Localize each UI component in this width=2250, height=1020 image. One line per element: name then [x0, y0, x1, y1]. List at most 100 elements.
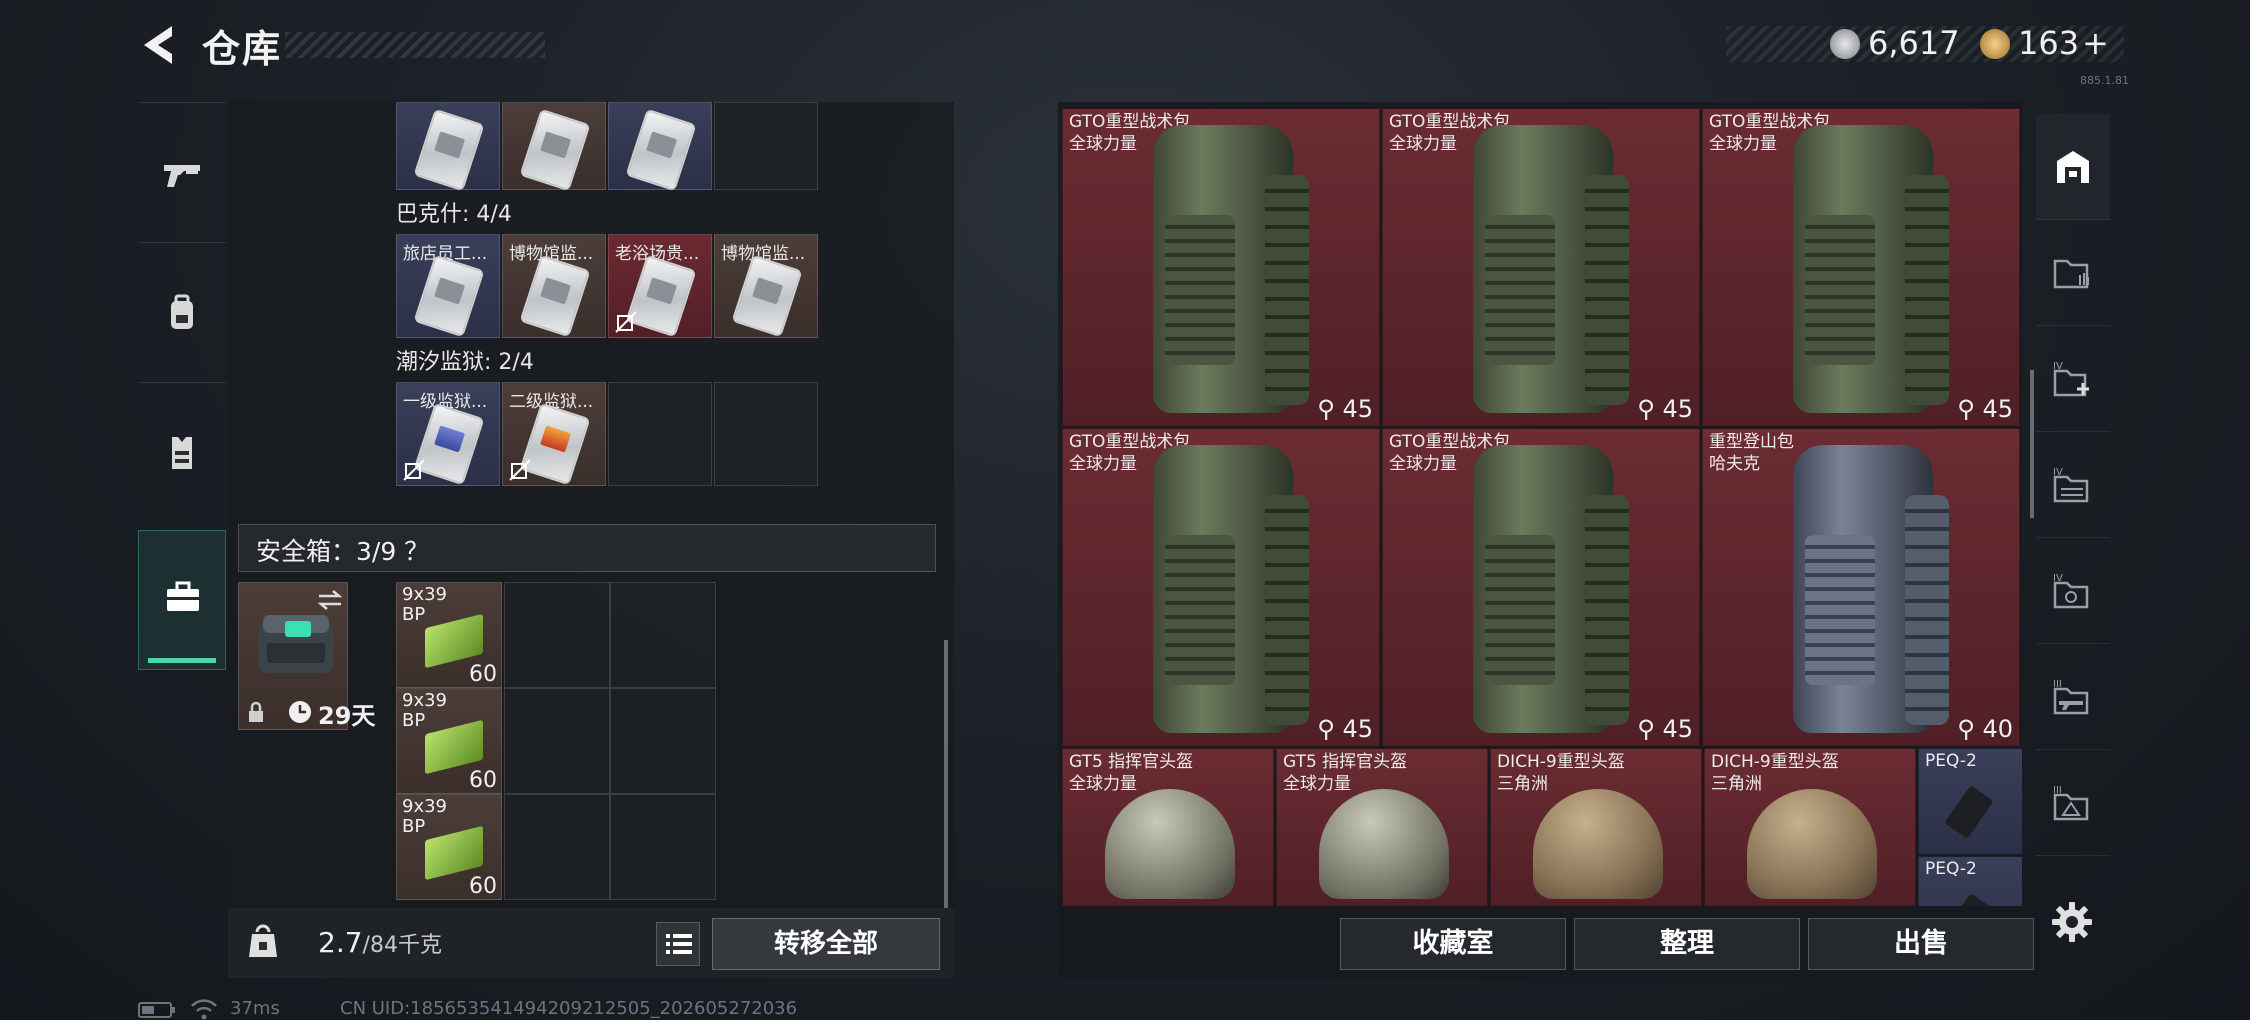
- helmet-item[interactable]: GT5 指挥官头盔 全球力量: [1276, 748, 1488, 906]
- category-rail: [138, 102, 226, 674]
- backpack-icon: [1793, 125, 1949, 413]
- capacity-icon: ⚲: [1957, 395, 1983, 423]
- ammo-name: 9x39 BP: [402, 690, 448, 731]
- empty-slot[interactable]: [504, 794, 610, 900]
- title-decoration: [285, 32, 545, 58]
- inventory-scrollbar[interactable]: [944, 640, 948, 908]
- network-ping: 37ms: [230, 998, 280, 1019]
- stash-page-2[interactable]: IV: [2036, 326, 2110, 432]
- safe-case-icon: [259, 615, 333, 673]
- no-insure-icon: [403, 459, 425, 481]
- peq-item[interactable]: PEQ-2: [1918, 748, 2022, 854]
- capacity-icon: ⚲: [1637, 715, 1663, 743]
- item-faction: 哈夫克: [1709, 454, 1760, 474]
- tab-backpacks[interactable]: [138, 242, 226, 382]
- laser-device-icon: [1944, 785, 1994, 839]
- collection-room-button[interactable]: 收藏室: [1340, 918, 1566, 970]
- capacity-icon: ⚲: [1637, 395, 1663, 423]
- backpack-item[interactable]: GTO重型战术包 全球力量 ⚲ 45: [1062, 108, 1380, 426]
- empty-slot[interactable]: [504, 582, 610, 688]
- folder-add-icon: IV: [2053, 361, 2089, 397]
- sell-button[interactable]: 出售: [1808, 918, 2034, 970]
- stash-page-6[interactable]: III: [2036, 750, 2110, 856]
- swap-icon[interactable]: [317, 589, 343, 611]
- helmet-icon: [1105, 789, 1235, 899]
- stash-scrollbar[interactable]: [2030, 370, 2034, 518]
- backpack-icon: [171, 294, 193, 329]
- empty-slot[interactable]: [608, 382, 712, 486]
- empty-slot[interactable]: [714, 102, 818, 190]
- empty-slot[interactable]: [610, 794, 716, 900]
- settings-gear-icon[interactable]: [2050, 900, 2094, 944]
- keycard-slot[interactable]: [608, 102, 712, 192]
- add-gold-button[interactable]: +: [2082, 24, 2109, 62]
- item-capacity: 45: [1662, 715, 1693, 743]
- no-insure-icon: [509, 459, 531, 481]
- stash-grid: GTO重型战术包 全球力量 ⚲ 45 GTO重型战术包 全球力量 ⚲ 45 GTO重…: [1062, 108, 2022, 906]
- active-tab-indicator: [148, 658, 216, 663]
- item-name: 重型登山包: [1709, 432, 1794, 452]
- backpack-item[interactable]: GTO重型战术包 全球力量 ⚲ 45: [1382, 108, 1700, 426]
- sort-button[interactable]: 整理: [1574, 918, 1800, 970]
- safe-case-title[interactable]: 安全箱：3/9 ？: [256, 532, 429, 568]
- safe-case-days-left: 29天: [318, 702, 376, 730]
- keycard-slot[interactable]: 老浴场贵...: [608, 234, 712, 338]
- ammo-slot[interactable]: 9x39 BP 60: [396, 582, 502, 688]
- helmet-icon: [1533, 789, 1663, 899]
- weight-capacity: /84千克: [362, 933, 442, 958]
- empty-slot[interactable]: [610, 582, 716, 688]
- item-name: GT5 指挥官头盔: [1283, 752, 1408, 772]
- ammo-slot[interactable]: 9x39 BP 60: [396, 794, 502, 900]
- battery-icon: [138, 1002, 175, 1018]
- item-name: DICH-9重型头盔: [1497, 752, 1625, 772]
- keycard-slot[interactable]: 旅店员工...: [396, 234, 500, 338]
- keycard-icon: [519, 254, 591, 338]
- weight-readout: 2.7/84千克: [318, 926, 442, 959]
- stash-page-main[interactable]: [2036, 114, 2110, 220]
- gold-coin-amount: 163: [2018, 24, 2080, 62]
- item-capacity: 45: [1662, 395, 1693, 423]
- keycard-slot[interactable]: 二级监狱...: [502, 382, 606, 486]
- wifi-icon: [191, 999, 217, 1020]
- helmet-item[interactable]: DICH-9重型头盔 三角洲: [1704, 748, 1916, 906]
- empty-slot[interactable]: [504, 688, 610, 794]
- transfer-all-button[interactable]: 转移全部: [712, 918, 940, 970]
- silver-coin-amount: 6,617: [1868, 24, 1960, 62]
- stash-page-3[interactable]: IV: [2036, 432, 2110, 538]
- list-icon: [666, 934, 692, 954]
- backpack-item[interactable]: GTO重型战术包 全球力量 ⚲ 45: [1382, 428, 1700, 746]
- backpack-item[interactable]: GTO重型战术包 全球力量 ⚲ 45: [1702, 108, 2020, 426]
- weight-current: 2.7: [318, 926, 363, 959]
- list-view-button[interactable]: [656, 922, 700, 966]
- item-name: GT5 指挥官头盔: [1069, 752, 1194, 772]
- keycard-slot[interactable]: 博物馆监...: [714, 234, 818, 338]
- ammo-slot[interactable]: 9x39 BP 60: [396, 688, 502, 794]
- keycard-icon: [519, 108, 591, 192]
- keycard-slot[interactable]: 一级监狱...: [396, 382, 500, 486]
- backpack-item[interactable]: GTO重型战术包 全球力量 ⚲ 45: [1062, 428, 1380, 746]
- keycard-slot[interactable]: [502, 102, 606, 192]
- tab-weapons[interactable]: [138, 102, 226, 242]
- tab-vests[interactable]: [138, 382, 226, 522]
- laser-device-icon: [1944, 893, 1994, 906]
- item-capacity: 45: [1342, 395, 1373, 423]
- capacity-icon: ⚲: [1317, 715, 1343, 743]
- keycard-slot[interactable]: [396, 102, 500, 192]
- backpack-icon: [1153, 125, 1309, 413]
- tab-safe-case[interactable]: [138, 530, 226, 670]
- stash-page-1[interactable]: [2036, 220, 2110, 326]
- folder-camera-icon: IV: [2053, 573, 2089, 609]
- back-button[interactable]: [138, 22, 184, 68]
- empty-slot[interactable]: [610, 688, 716, 794]
- stash-page-4[interactable]: IV: [2036, 538, 2110, 644]
- helmet-item[interactable]: GT5 指挥官头盔 全球力量: [1062, 748, 1274, 906]
- helmet-item[interactable]: DICH-9重型头盔 三角洲: [1490, 748, 1702, 906]
- backpack-item[interactable]: 重型登山包 哈夫克 ⚲ 40: [1702, 428, 2020, 746]
- empty-slot[interactable]: [714, 382, 818, 486]
- silver-coin-icon: [1830, 29, 1860, 59]
- keycard-slot[interactable]: 博物馆监...: [502, 234, 606, 338]
- gun-icon: [164, 165, 200, 187]
- keycard-icon: [413, 108, 485, 192]
- stash-page-5[interactable]: III: [2036, 644, 2110, 750]
- peq-item[interactable]: PEQ-2: [1918, 856, 2022, 906]
